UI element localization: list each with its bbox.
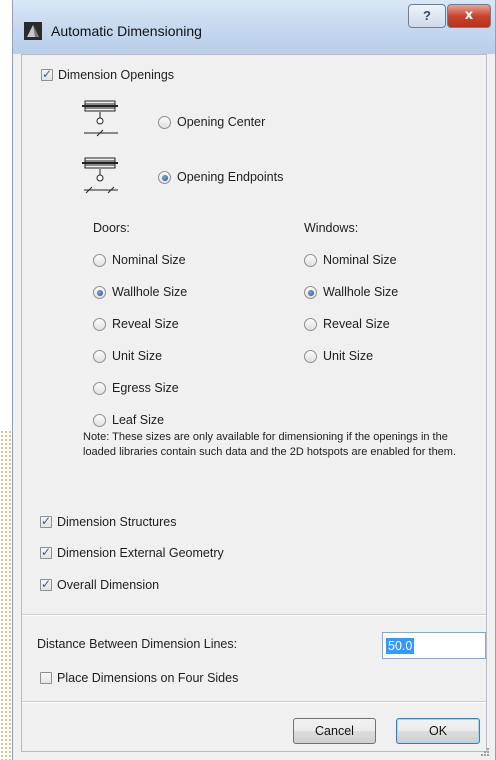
four-sides-label: Place Dimensions on Four Sides xyxy=(57,671,239,685)
opening-center-radio[interactable] xyxy=(158,116,171,129)
opening-endpoints-label: Opening Endpoints xyxy=(177,170,284,184)
door-nominal-size-label: Nominal Size xyxy=(112,253,186,267)
door-leaf-size-radio[interactable] xyxy=(93,414,106,427)
background-dotted-strip xyxy=(0,430,12,760)
opening-center-label: Opening Center xyxy=(177,115,266,129)
dimension-openings-label: Dimension Openings xyxy=(58,68,175,82)
ok-button[interactable]: OK xyxy=(396,718,480,744)
availability-note: Note: These sizes are only available for… xyxy=(83,431,457,458)
door-reveal-size-label: Reveal Size xyxy=(112,317,179,331)
automatic-dimensioning-dialog: Automatic Dimensioning ? x ✓ Dimension O… xyxy=(12,0,496,760)
door-leaf-size-label: Leaf Size xyxy=(112,413,165,427)
cancel-button[interactable]: Cancel xyxy=(293,718,376,744)
dimension-external-geometry-label: Dimension External Geometry xyxy=(57,546,224,560)
window-unit-size-label: Unit Size xyxy=(323,349,374,363)
dimension-structures-checkbox[interactable]: ✓ xyxy=(40,514,52,528)
archicad-app-icon xyxy=(24,22,42,40)
close-icon: x xyxy=(464,8,474,23)
opening-endpoints-icon xyxy=(82,157,118,194)
distance-value: 50.0 xyxy=(386,638,415,654)
title-bar[interactable]: Automatic Dimensioning ? x xyxy=(13,0,495,54)
door-nominal-size-radio[interactable] xyxy=(93,254,106,267)
dimension-openings-checkbox[interactable]: ✓ xyxy=(41,67,53,81)
door-wallhole-size-radio[interactable] xyxy=(93,286,106,299)
help-icon: ? xyxy=(423,8,431,23)
distance-input[interactable]: 50.0 xyxy=(382,632,486,659)
overall-dimension-label: Overall Dimension xyxy=(57,578,160,592)
opening-endpoints-radio[interactable] xyxy=(158,171,171,184)
doors-heading: Doors: xyxy=(93,221,130,235)
door-reveal-size-radio[interactable] xyxy=(93,318,106,331)
door-egress-size-radio[interactable] xyxy=(93,382,106,395)
window-wallhole-size-label: Wallhole Size xyxy=(323,285,399,299)
window-reveal-size-label: Reveal Size xyxy=(323,317,390,331)
dimension-external-geometry-checkbox[interactable]: ✓ xyxy=(40,545,52,559)
door-unit-size-label: Unit Size xyxy=(112,349,163,363)
dialog-title: Automatic Dimensioning xyxy=(51,23,202,39)
window-unit-size-radio[interactable] xyxy=(304,350,317,363)
windows-heading: Windows: xyxy=(304,221,359,235)
overall-dimension-checkbox[interactable]: ✓ xyxy=(40,577,52,591)
window-wallhole-size-radio[interactable] xyxy=(304,286,317,299)
window-nominal-size-radio[interactable] xyxy=(304,254,317,267)
distance-label: Distance Between Dimension Lines: xyxy=(37,637,238,651)
separator xyxy=(22,614,486,616)
dimension-structures-label: Dimension Structures xyxy=(57,515,177,529)
window-reveal-size-radio[interactable] xyxy=(304,318,317,331)
four-sides-checkbox[interactable] xyxy=(40,672,52,684)
resize-grip-icon[interactable] xyxy=(478,745,490,757)
door-egress-size-label: Egress Size xyxy=(112,381,179,395)
separator-bottom xyxy=(22,701,486,703)
door-unit-size-radio[interactable] xyxy=(93,350,106,363)
opening-center-icon xyxy=(82,100,118,137)
help-button[interactable]: ? xyxy=(408,4,446,28)
door-wallhole-size-label: Wallhole Size xyxy=(112,285,188,299)
window-nominal-size-label: Nominal Size xyxy=(323,253,397,267)
close-button[interactable]: x xyxy=(447,4,491,28)
